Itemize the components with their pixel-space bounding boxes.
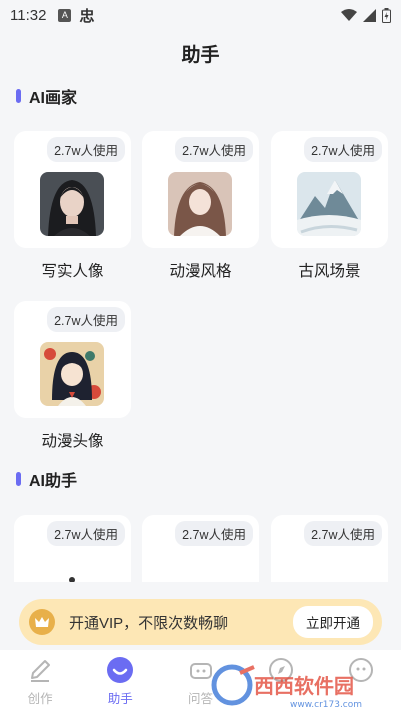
watermark-text: 西西软件园	[254, 674, 354, 698]
usage-badge: 2.7w人使用	[47, 521, 125, 546]
section-header-ai-assistant: AI助手	[16, 467, 77, 491]
section-header-ai-painter: AI画家	[16, 84, 77, 108]
pencil-icon	[26, 656, 54, 684]
usage-badge: 2.7w人使用	[47, 307, 125, 332]
card-assistant-book[interactable]: 2.7w人使用	[142, 515, 259, 582]
anime-avatar-image	[40, 342, 104, 406]
card-anime-style[interactable]: 2.7w人使用	[142, 131, 259, 248]
assistant-cards-viewport: 2.7w人使用 2.7w人使用 2.7w人使用	[0, 500, 401, 582]
section-title: AI画家	[29, 90, 78, 107]
card-label: 动漫头像	[41, 433, 104, 450]
realistic-portrait-image	[40, 172, 104, 236]
watermark-url: www.cr173.com	[290, 700, 362, 710]
crown-icon	[29, 609, 55, 635]
usage-badge: 2.7w人使用	[175, 137, 253, 162]
tab-label: 助手	[107, 692, 133, 706]
usage-badge: 2.7w人使用	[304, 521, 382, 546]
card-label: 古风场景	[298, 263, 361, 280]
section-accent-bar	[16, 89, 21, 103]
page-title: 助手	[181, 45, 220, 66]
card-label: 动漫风格	[169, 263, 232, 280]
card-label: 写实人像	[41, 263, 104, 280]
signal-icon	[363, 8, 376, 22]
smile-icon	[106, 656, 134, 684]
tab-assistant[interactable]: 助手	[80, 650, 160, 714]
usage-badge: 2.7w人使用	[175, 521, 253, 546]
notification-a-icon: A	[58, 8, 72, 22]
battery-icon	[382, 7, 391, 23]
tab-label: 创作	[27, 692, 53, 706]
section-accent-bar	[16, 472, 21, 486]
robot-icon	[40, 556, 104, 582]
ancient-landscape-image	[297, 172, 361, 236]
wifi-icon	[341, 8, 357, 21]
usage-badge: 2.7w人使用	[304, 137, 382, 162]
card-anime-avatar[interactable]: 2.7w人使用	[14, 301, 131, 418]
vip-banner[interactable]: 开通VIP，不限次数畅聊 立即开通	[19, 599, 382, 645]
vip-banner-text: 开通VIP，不限次数畅聊	[69, 614, 229, 632]
usage-badge: 2.7w人使用	[47, 137, 125, 162]
open-vip-button[interactable]: 立即开通	[293, 606, 373, 638]
status-bar: 11:32 A 忠	[0, 0, 401, 30]
tab-create[interactable]: 创作	[0, 650, 80, 714]
card-realistic-portrait[interactable]: 2.7w人使用	[14, 131, 131, 248]
graduation-cap-icon	[297, 556, 361, 582]
card-assistant-education[interactable]: 2.7w人使用	[271, 515, 388, 582]
notification-app-icon: 忠	[79, 7, 95, 25]
card-ancient-landscape[interactable]: 2.7w人使用	[271, 131, 388, 248]
status-time: 11:32	[10, 6, 47, 24]
card-assistant-robot[interactable]: 2.7w人使用	[14, 515, 131, 582]
site-watermark: 西西软件园 www.cr173.com	[211, 664, 362, 710]
anime-style-image	[168, 172, 232, 236]
book-icon	[168, 556, 232, 582]
section-title: AI助手	[29, 473, 78, 490]
